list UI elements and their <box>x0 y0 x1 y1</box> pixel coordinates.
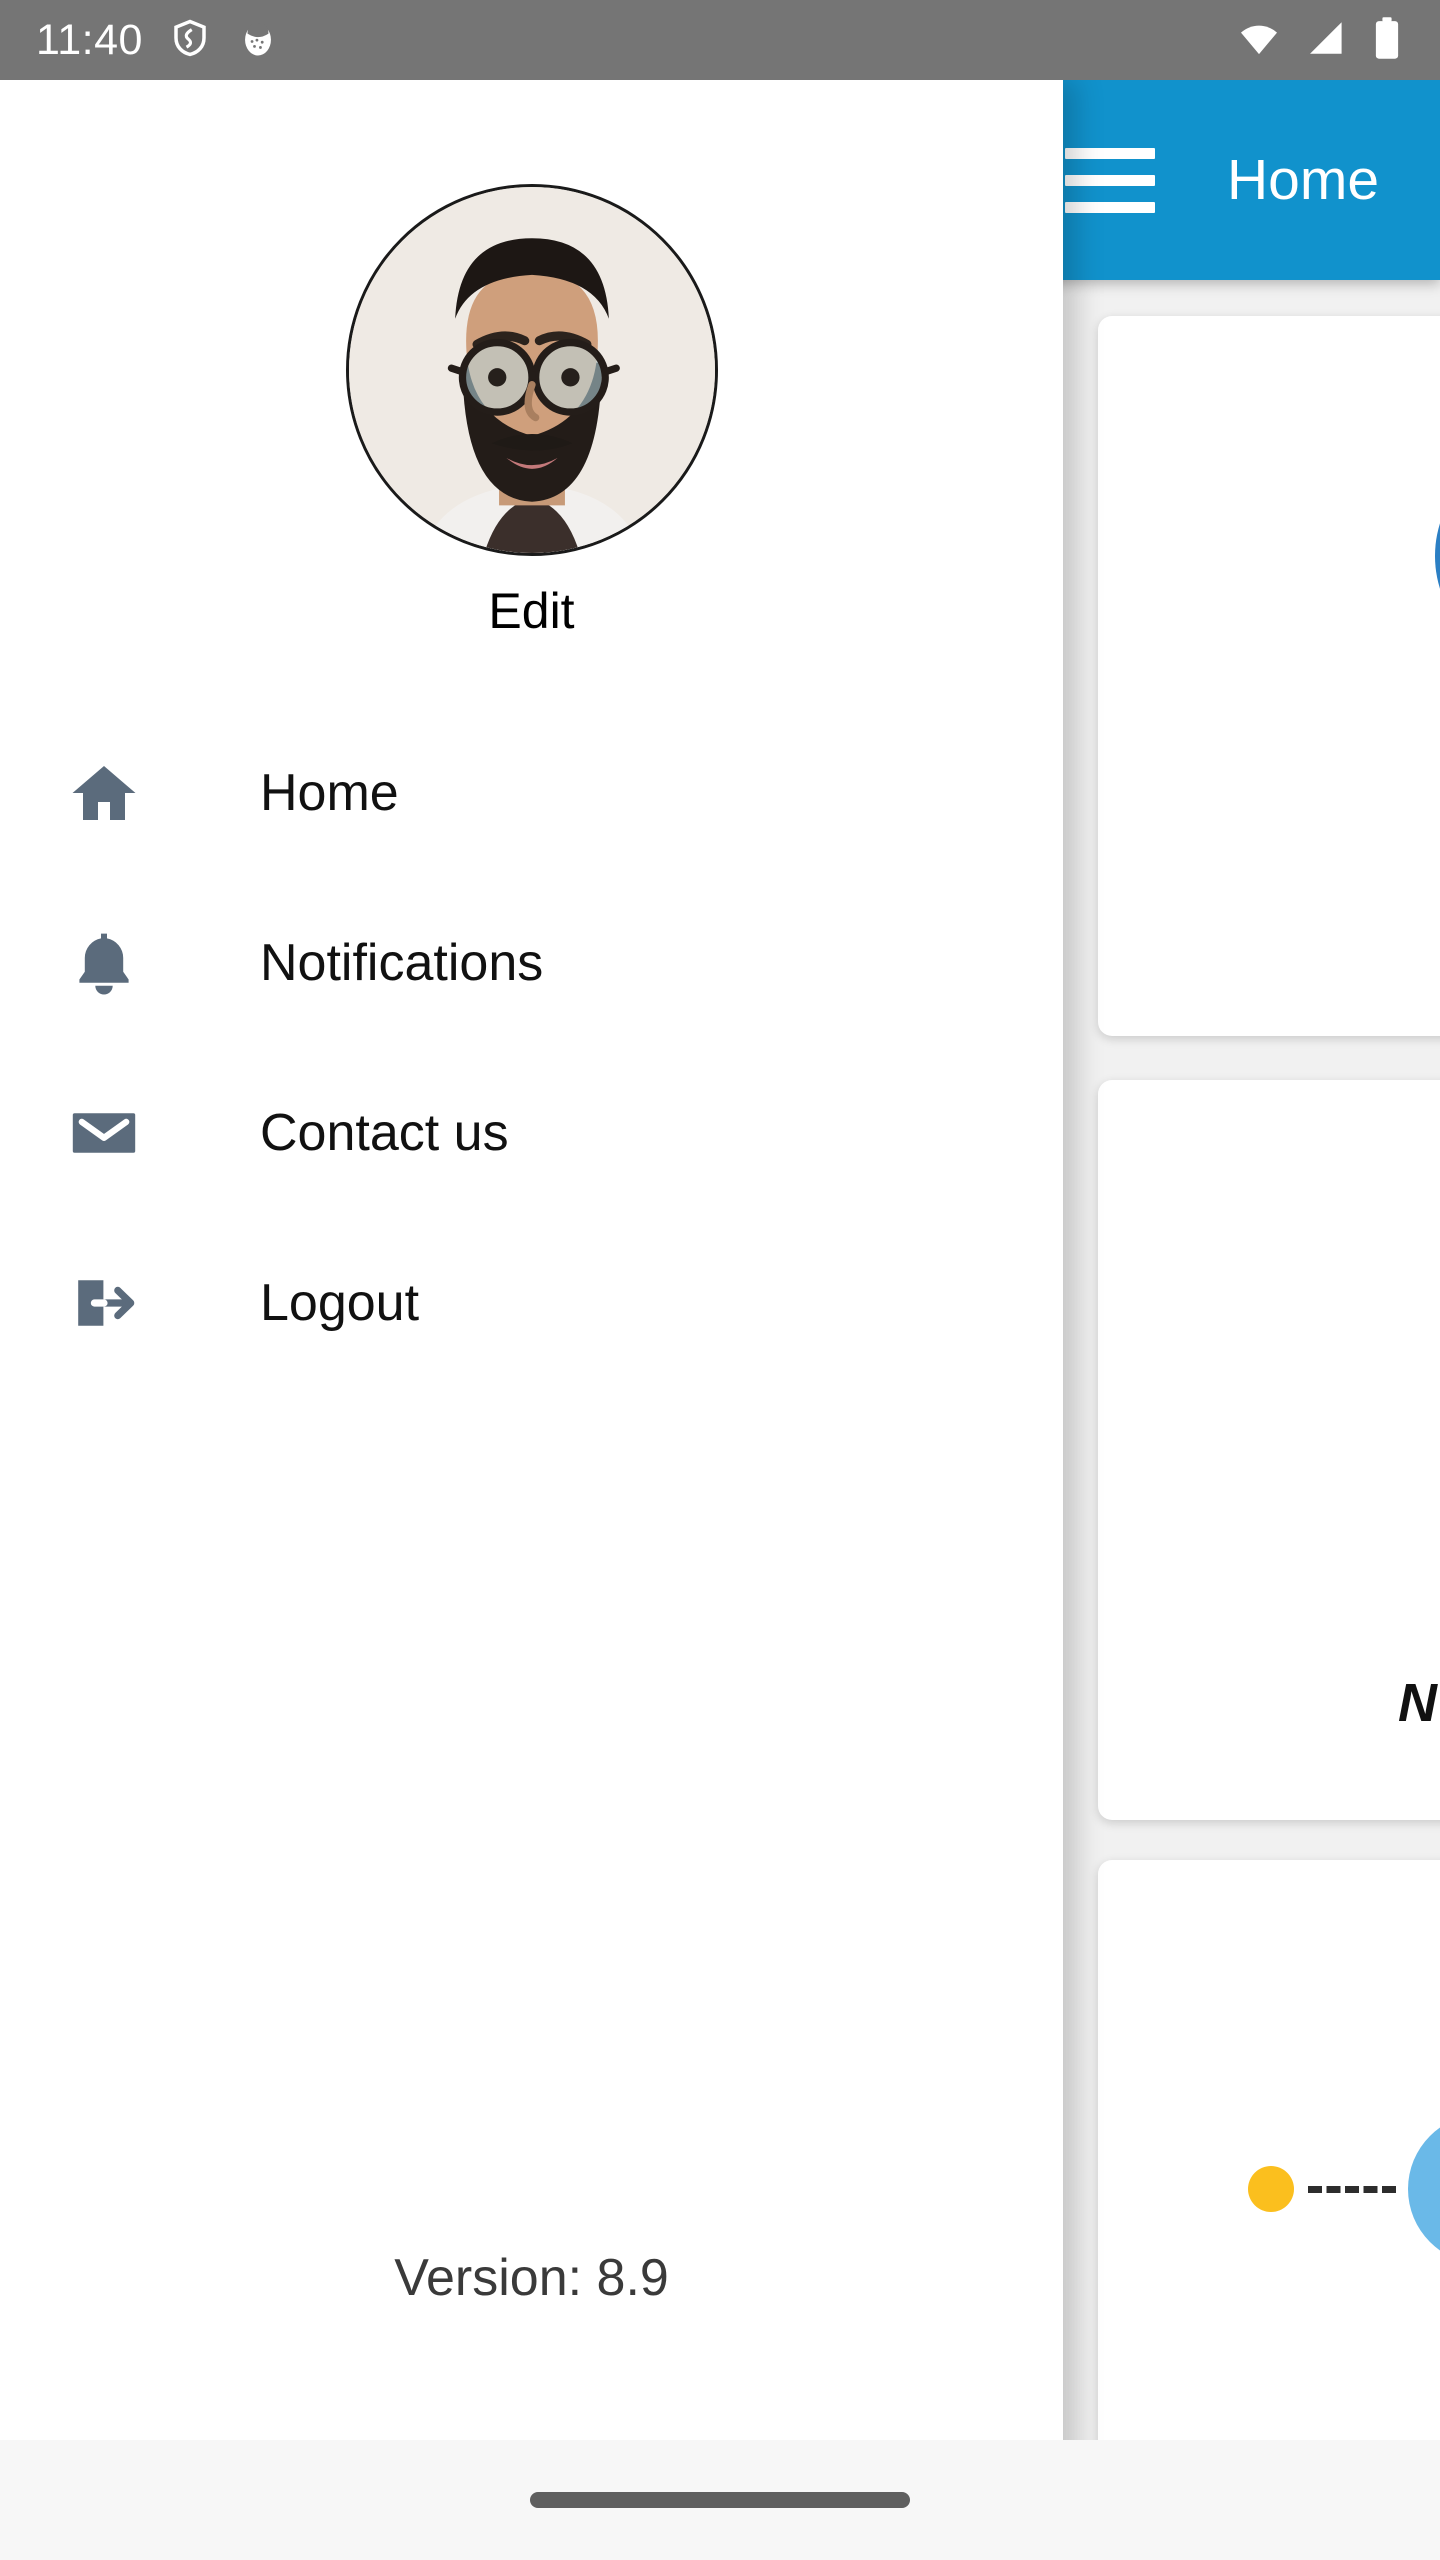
envelope-icon <box>68 1097 140 1169</box>
sidebar-item-logout[interactable]: Logout <box>0 1218 1063 1388</box>
avatar[interactable] <box>345 184 718 556</box>
sidebar-item-label: Home <box>260 764 399 822</box>
version-label: Version: 8.9 <box>394 2249 669 2307</box>
drawer-footer: Version: 8.9 <box>0 2248 1063 2308</box>
mask-icon <box>237 17 279 64</box>
wifi-icon <box>1236 15 1282 66</box>
sidebar-item-contact-us[interactable]: Contact us <box>0 1048 1063 1218</box>
status-bar-left: 11:40 <box>36 17 279 64</box>
battery-icon <box>1370 15 1404 66</box>
phone-screen: Home sprin N <box>0 0 1440 2560</box>
sidebar-item-label: Logout <box>260 1274 420 1332</box>
gesture-nav-bar <box>0 2440 1440 2560</box>
bell-icon <box>68 927 140 999</box>
cellular-signal-icon <box>1304 16 1348 65</box>
sidebar-item-home[interactable]: Home <box>0 708 1063 878</box>
edit-profile-label[interactable]: Edit <box>0 582 1063 640</box>
drawer-header: Edit <box>0 80 1063 640</box>
home-gesture-pill[interactable] <box>530 2492 910 2508</box>
status-bar: 11:40 <box>0 0 1440 80</box>
home-icon <box>68 757 140 829</box>
logout-icon <box>68 1267 140 1339</box>
sidebar-item-label: Notifications <box>260 934 544 992</box>
drawer-menu: Home Notifications Contact us Logout <box>0 708 1063 1388</box>
status-bar-right <box>1236 15 1404 66</box>
status-bar-clock: 11:40 <box>36 15 143 64</box>
shield-icon <box>169 17 211 64</box>
sidebar-item-notifications[interactable]: Notifications <box>0 878 1063 1048</box>
sidebar-item-label: Contact us <box>260 1104 509 1162</box>
navigation-drawer: Edit Home Notifications Contact us Logou… <box>0 80 1063 2480</box>
